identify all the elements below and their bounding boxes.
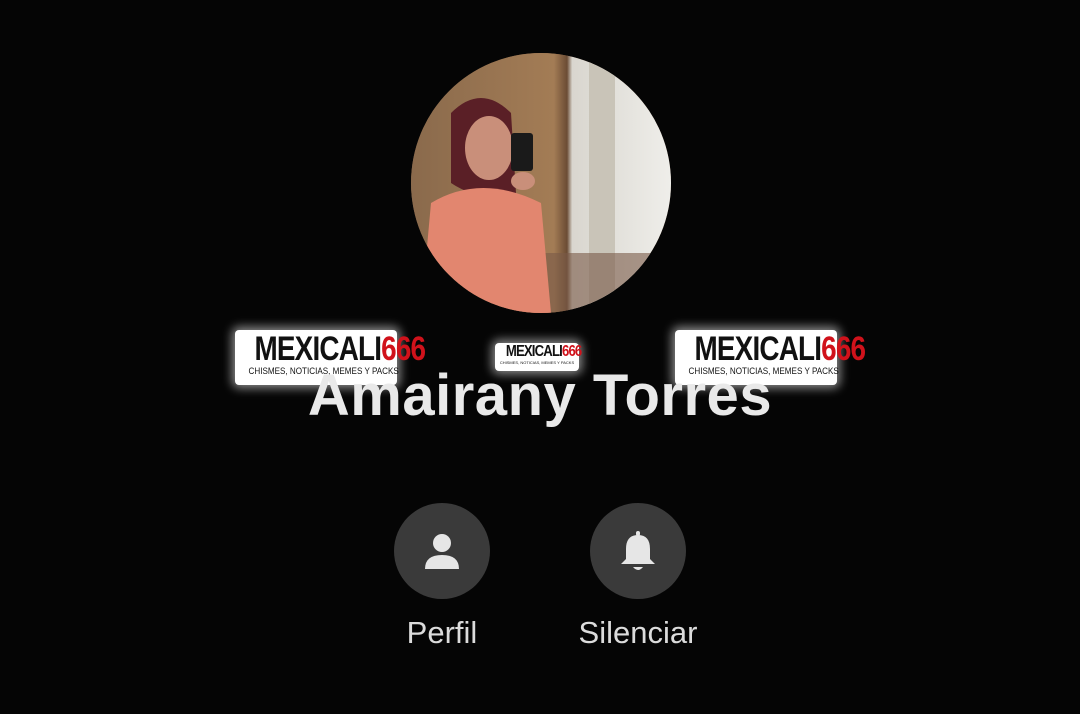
avatar-photo — [411, 53, 671, 313]
profile-button[interactable] — [394, 503, 490, 599]
watermark-logo: MEXICALI666 — [254, 330, 427, 368]
profile-label: Perfil — [406, 615, 478, 650]
profile-action: Perfil — [342, 503, 542, 651]
person-icon — [425, 534, 459, 569]
call-screen: MEXICALI666 CHISMES, NOTICIAS, MEMES Y P… — [0, 0, 1080, 714]
mute-button[interactable] — [590, 503, 686, 599]
contact-name: Amairany Torres — [307, 363, 773, 428]
bell-icon — [621, 531, 655, 570]
watermark-logo: MEXICALI666 — [694, 330, 867, 368]
mute-label: Silenciar — [578, 615, 698, 650]
contact-avatar[interactable] — [411, 53, 671, 313]
mute-action: Silenciar — [538, 503, 738, 651]
watermark-logo: MEXICALI666 — [505, 343, 582, 360]
